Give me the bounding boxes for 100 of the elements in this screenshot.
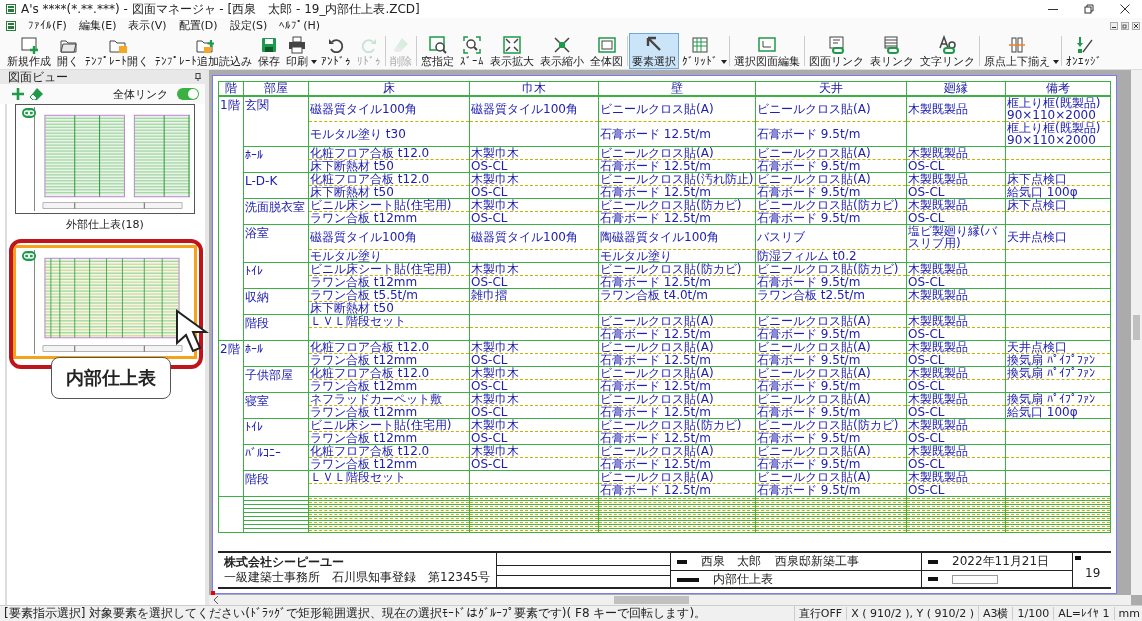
plus-icon[interactable] <box>12 88 24 100</box>
table-cell: ラワン合板 t12mm <box>308 405 470 419</box>
thumbnail-card[interactable] <box>13 245 197 359</box>
vertical-scrollbar[interactable] <box>1131 70 1142 595</box>
table-cell: 磁器質タイル100角 <box>469 96 599 122</box>
table-cell: 化粧フロア合板 t12.0 <box>308 340 470 354</box>
menu-item[interactable]: 配置(D) <box>178 18 218 33</box>
zoom-button[interactable]: ｽﾞｰﾑ <box>457 33 487 69</box>
menu-item[interactable]: ﾍﾙﾌﾟ(H) <box>279 19 321 32</box>
close-icon[interactable] <box>1120 4 1130 14</box>
table-cell: 塩ビ製廻り縁(バスリブ用) <box>906 224 1006 250</box>
drawing-link-button[interactable]: 図面リンク <box>806 33 867 69</box>
table-cell: 給気口 100φ <box>1005 185 1111 199</box>
table-cell: ラワン合板 t4.0t/m <box>598 288 756 302</box>
caret-icon[interactable] <box>311 60 317 64</box>
table-cell: OS-CL <box>906 483 1006 497</box>
redaction-bar <box>677 577 699 582</box>
table-link-button[interactable]: 表リンク <box>867 33 917 69</box>
folder-button[interactable]: 開く <box>54 33 82 69</box>
scroll-left-icon[interactable] <box>213 596 219 604</box>
shrink-icon <box>552 34 572 55</box>
table-cell: 石膏ボード 12.5t/m <box>598 457 756 471</box>
table-cell: OS-CL <box>906 457 1006 471</box>
menu-item[interactable]: 表示(V) <box>128 18 167 33</box>
scale-box <box>952 574 998 584</box>
frame-button[interactable]: 全体図 <box>587 33 626 69</box>
on-edge-button[interactable]: ｵﾝｴｯｼﾞ <box>1063 33 1105 69</box>
save-button[interactable]: 保存 <box>255 33 283 69</box>
horizontal-scrollbar[interactable] <box>209 595 1131 605</box>
close-icon[interactable] <box>1132 21 1140 30</box>
table-cell: ラワン合板 t2.5t/m <box>755 288 907 302</box>
table-cell: L-D-K <box>243 172 309 199</box>
redaction-bar <box>928 577 938 581</box>
table-cell: 磁器質タイル100角 <box>469 224 599 250</box>
table-cell: 木製巾木 <box>469 262 599 276</box>
caret-icon[interactable] <box>721 60 727 64</box>
eraser-icon[interactable] <box>29 88 43 100</box>
menu-item[interactable]: 設定(S) <box>229 18 268 33</box>
printer-button[interactable]: 印刷 <box>283 33 311 69</box>
table-cell: 磁器質タイル100角 <box>308 96 470 122</box>
table-cell: ビニールクロス貼(A) <box>755 172 907 186</box>
minimize-icon[interactable] <box>1110 21 1118 30</box>
table-cell: ビニールクロス貼(A) <box>755 470 907 484</box>
grid-button[interactable]: ｸﾞﾘｯﾄﾞ <box>679 33 721 69</box>
restore-icon[interactable] <box>1084 4 1094 14</box>
table-cell: 石膏ボード 9.5t/m <box>755 405 907 419</box>
link-icon <box>22 108 36 118</box>
column-header: 部屋 <box>243 81 309 96</box>
table-cell: 石膏ボード 12.5t/m <box>598 483 756 497</box>
table-cell: ビニールクロス貼(A) <box>598 96 756 122</box>
table-cell: 石膏ボード 9.5t/m <box>755 275 907 289</box>
drawing-name: 内部仕上表 <box>713 571 773 588</box>
align-button[interactable]: 原点上下揃え <box>981 33 1053 69</box>
table-cell: 石膏ボード 9.5t/m <box>755 353 907 367</box>
table-cell: 磁器質タイル100角 <box>308 224 470 250</box>
table-cell: 換気扇 ﾊﾟｲﾌﾟﾌｧﾝ <box>1005 392 1111 406</box>
restore-icon[interactable] <box>1121 21 1129 30</box>
table-cell: 階段 <box>243 470 309 497</box>
expand-button[interactable]: 表示拡大 <box>487 33 537 69</box>
table-cell: モルタル塗り <box>308 249 470 263</box>
callout-label: 内部仕上表 <box>51 357 171 399</box>
on-edge-icon <box>1074 34 1094 55</box>
text-link-button[interactable]: 文字リンク <box>917 33 978 69</box>
caret-icon[interactable] <box>1053 60 1059 64</box>
column-header: 備考 <box>1005 81 1111 96</box>
window-zoom-button[interactable]: 窓指定 <box>418 33 457 69</box>
table-cell: 木製巾木 <box>469 418 599 432</box>
undo-button[interactable]: ｱﾝﾄﾞｩ <box>318 33 354 69</box>
table-cell: OS-CL <box>469 379 599 393</box>
table-cell: OS-CL <box>469 353 599 367</box>
link-all-toggle[interactable] <box>177 88 199 100</box>
table-cell: ビニールクロス貼(A) <box>755 314 907 328</box>
cursor-arrow-button[interactable]: 要素選択 <box>629 33 679 69</box>
menu-item[interactable]: 編集(E) <box>78 18 117 33</box>
edit-drawing-button[interactable]: 選択図面編集 <box>731 33 803 69</box>
thumbnail-card[interactable] <box>15 104 195 214</box>
table-cell: 木製巾木 <box>469 366 599 380</box>
column-header: 廻縁 <box>906 81 1006 96</box>
table-cell: OS-CL <box>469 159 599 173</box>
table-cell: 洗面脱衣室 <box>243 198 309 225</box>
project-name: 西泉邸新築工事 <box>775 553 859 570</box>
table-cell: ビニールクロス貼(防カビ) <box>598 198 756 212</box>
menu-item[interactable]: ﾌｧｲﾙ(F) <box>28 19 67 32</box>
table-cell: 石膏ボード 9.5t/m <box>755 185 907 199</box>
table-cell: 框上り框(既製品) 90×110×2000 <box>1005 96 1111 122</box>
status-field: X ( 910/2 ), Y ( 910/2 ) <box>846 607 974 620</box>
shrink-button[interactable]: 表示縮小 <box>537 33 587 69</box>
table-cell: 化粧フロア合板 t12.0 <box>308 146 470 160</box>
table-cell: ＬＶＬ階段セット <box>308 470 470 484</box>
company-name: 株式会社シーピーユー <box>224 555 345 570</box>
table-cell: OS-CL <box>469 211 599 225</box>
template-folder-button[interactable]: ﾃﾝﾌﾟﾚｰﾄ開く <box>82 33 152 69</box>
table-cell: 木製既製品 <box>906 96 1006 122</box>
table-cell: ラワン合板 t12mm <box>308 457 470 471</box>
app-icon <box>6 4 16 14</box>
redaction-bar <box>1075 556 1081 560</box>
table-cell: 床下点検口 <box>1005 172 1111 186</box>
new-file-button[interactable]: 新規作成 <box>4 33 54 69</box>
template-add-button[interactable]: ﾃﾝﾌﾟﾚｰﾄ追加読込み <box>152 33 255 69</box>
pin-icon[interactable] <box>195 73 201 81</box>
